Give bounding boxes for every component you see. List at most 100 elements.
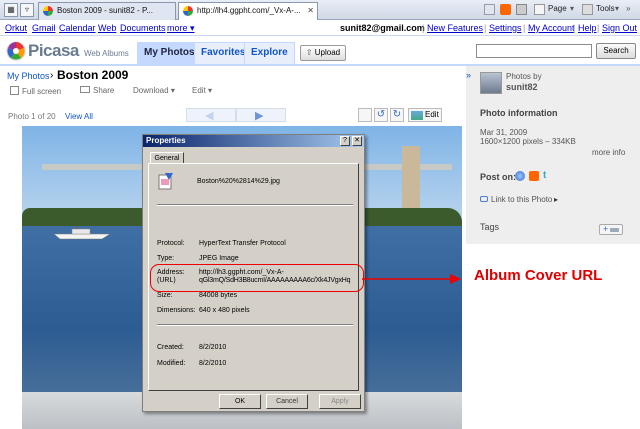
tools-menu-icon[interactable] <box>582 4 593 15</box>
row-size-label: Size: <box>157 292 173 299</box>
full-screen-button[interactable]: Full screen <box>10 86 61 96</box>
tab-label: Boston 2009 - sunit82 - P... <box>57 6 153 15</box>
picasa-pinwheel-icon <box>6 41 26 61</box>
full-screen-label: Full screen <box>22 87 62 96</box>
buzz-icon[interactable] <box>515 171 525 181</box>
google-bar: Orkut Gmail Calendar Web Documents more … <box>0 20 640 36</box>
print-icon[interactable] <box>516 4 527 15</box>
tag-icon <box>610 228 619 232</box>
link-to-photo[interactable]: Link to this Photo <box>491 195 552 204</box>
photo-boat <box>53 226 111 240</box>
dropdown-arrow-icon: ▾ <box>170 86 175 95</box>
edit-menu[interactable]: Edit ▾ <box>192 86 212 95</box>
rss-feed-icon[interactable] <box>500 4 511 15</box>
edit-photo-button[interactable]: Edit <box>408 108 442 122</box>
avatar[interactable] <box>480 72 502 94</box>
gbar-link-documents[interactable]: Documents <box>120 23 166 33</box>
post-on-label: Post on: <box>480 172 516 182</box>
gbar-link-sign-out[interactable]: Sign Out <box>602 23 637 33</box>
gbar-link-help[interactable]: Help <box>578 23 597 33</box>
owner-link[interactable]: sunit82 <box>506 82 538 92</box>
edit-picture-icon <box>411 111 423 120</box>
row-protocol-label: Protocol: <box>157 240 185 247</box>
full-screen-icon <box>10 86 19 95</box>
rotate-left-icon[interactable]: ↺ <box>374 108 388 122</box>
add-tag-button[interactable]: + <box>599 224 623 235</box>
breadcrumb-separator: › <box>50 70 54 81</box>
upload-label: Upload <box>314 48 341 57</box>
more-info-link[interactable]: more info <box>592 148 625 157</box>
arrow-right-icon: ▶ <box>255 110 264 122</box>
next-photo-button[interactable]: ▶ <box>236 108 286 122</box>
link-icon <box>480 196 488 202</box>
add-tag-icon: + <box>603 224 609 234</box>
gbar-link-gmail[interactable]: Gmail <box>32 23 56 33</box>
tab-my-photos[interactable]: My Photos <box>137 42 202 64</box>
photos-by-label: Photos by <box>506 72 542 81</box>
gbar-link-calendar[interactable]: Calendar <box>59 23 96 33</box>
arrow-left-icon: ◀ <box>205 110 214 122</box>
picasa-favicon-icon <box>43 6 53 16</box>
photo-dimensions: 1600×1200 pixels – 334KB <box>480 137 576 146</box>
row-size-value: 84008 bytes <box>199 292 238 299</box>
tab-explore[interactable]: Explore <box>244 42 295 64</box>
gbar-link-orkut[interactable]: Orkut <box>5 23 27 33</box>
row-type-value: JPEG Image <box>199 255 239 262</box>
chevron-right-icon: ▸ <box>554 195 559 204</box>
row-created-value: 8/2/2010 <box>199 344 227 351</box>
gbar-link-my-account[interactable]: My Account <box>528 23 575 33</box>
gbar-link-new-features[interactable]: New Features <box>427 23 483 33</box>
close-icon[interactable]: ✕ <box>352 136 362 146</box>
grid-view-icon[interactable]: ▦ <box>4 3 18 17</box>
dropdown-arrow-icon: ▾ <box>208 86 213 95</box>
view-all-link[interactable]: View All <box>65 112 93 121</box>
dialog-title-bar: Properties <box>143 135 364 147</box>
breadcrumb-my-photos[interactable]: My Photos <box>7 71 50 81</box>
share-button[interactable]: Share <box>80 86 114 95</box>
browser-tab-image[interactable]: http://lh4.ggpht.com/_Vx-A-... ✕ <box>178 2 318 20</box>
tab-label: http://lh4.ggpht.com/_Vx-A-... <box>197 6 301 15</box>
home-icon[interactable] <box>484 4 495 15</box>
help-icon[interactable]: ? <box>340 136 350 146</box>
download-label: Download <box>133 86 169 95</box>
dialog-divider <box>157 204 353 206</box>
browser-tab-album[interactable]: Boston 2009 - sunit82 - P... <box>38 2 176 20</box>
edit-photo-label: Edit <box>425 110 439 119</box>
photo-date: Mar 31, 2009 <box>480 128 528 137</box>
logo-subtitle: Web Albums <box>84 49 129 58</box>
blogger-icon[interactable] <box>529 171 539 181</box>
gbar-link-settings[interactable]: Settings <box>489 23 522 33</box>
apply-button[interactable]: Apply <box>319 394 361 409</box>
row-dimensions-label: Dimensions: <box>157 307 196 314</box>
row-modified-label: Modified: <box>157 360 186 367</box>
row-modified-value: 8/2/2010 <box>199 360 227 367</box>
cancel-button[interactable]: Cancel <box>266 394 308 409</box>
tools-menu-label[interactable]: Tools <box>596 4 615 13</box>
row-protocol-value: HyperText Transfer Protocol <box>199 240 286 247</box>
photo-counter: Photo 1 of 20 <box>8 112 56 121</box>
picasa-favicon-icon <box>183 6 193 16</box>
jpeg-file-icon <box>158 173 173 190</box>
dialog-divider <box>157 324 353 326</box>
search-input[interactable] <box>476 44 592 58</box>
search-button[interactable]: Search <box>596 43 636 59</box>
gbar-link-more[interactable]: more ▾ <box>167 23 195 34</box>
download-menu[interactable]: Download ▾ <box>133 86 175 95</box>
logo-wordmark: Picasa <box>28 41 79 60</box>
page-menu-icon[interactable] <box>534 4 545 15</box>
page-menu-label[interactable]: Page <box>548 4 567 13</box>
twitter-icon[interactable]: t <box>543 170 546 181</box>
ok-button[interactable]: OK <box>219 394 261 409</box>
upload-button[interactable]: ⇧ Upload <box>300 45 346 61</box>
rotate-right-icon[interactable]: ↻ <box>390 108 404 122</box>
tab-close-icon[interactable]: ✕ <box>307 3 314 19</box>
previous-photo-button[interactable]: ◀ <box>186 108 236 122</box>
file-name: Boston%20%2814%29.jpg <box>197 178 280 185</box>
zoom-icon[interactable] <box>358 108 372 122</box>
annotation-arrow-icon <box>362 274 461 284</box>
tab-list-icon[interactable]: ▿ <box>20 3 34 17</box>
share-label: Share <box>93 86 115 95</box>
photo-info-heading: Photo information <box>480 108 558 118</box>
gbar-link-web[interactable]: Web <box>98 23 116 33</box>
collapse-sidebar-icon[interactable]: » <box>466 70 471 80</box>
